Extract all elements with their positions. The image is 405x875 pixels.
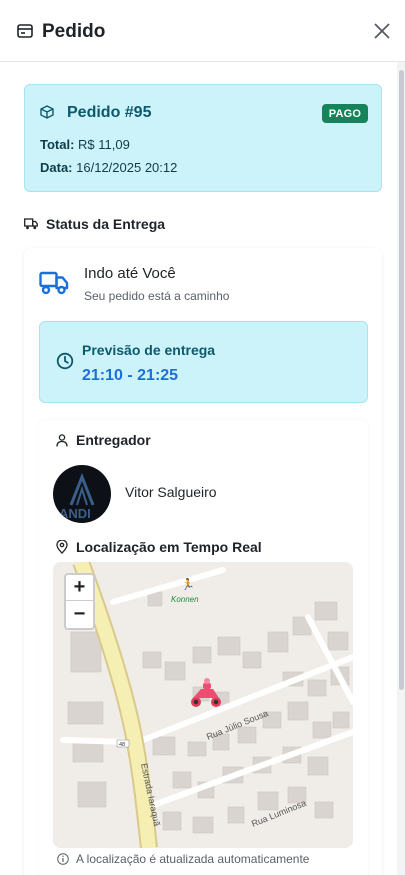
clock-icon [56,352,74,370]
tracking-heading: Localização em Tempo Real [76,539,262,555]
info-icon [57,853,69,865]
courier-heading: Entregador [76,432,151,448]
order-summary-card: Pedido #95 PAGO Total: R$ 11,09 Data: 16… [24,84,382,192]
map-tiles: Konnen 🏃 Rua Júlio Sousa Estrada Iaraquã… [53,562,353,848]
poi-label: Konnen [171,595,199,604]
payment-status-badge: PAGO [322,104,368,123]
avatar: ANDI [53,465,111,523]
zoom-in-button[interactable]: + [66,575,93,601]
avatar-logo: ANDI [59,472,95,521]
receipt-icon [17,24,33,38]
truck-small-icon [24,218,38,230]
close-icon[interactable] [372,21,392,41]
total-value: R$ 11,09 [78,137,130,152]
road-shield: 48 [119,742,125,748]
eta-time: 21:10 - 21:25 [82,367,179,384]
date-label: Data: [40,160,73,175]
courier-name: Vitor Salgueiro [125,484,217,500]
zoom-controls: + − [64,573,95,630]
runner-marker-icon: 🏃 [181,578,195,591]
delivery-truck-icon [39,271,69,295]
order-date: Data: 16/12/2025 20:12 [40,160,177,175]
auto-update-text: A localização é atualizada automaticamen… [76,852,310,866]
eta-box: Previsão de entrega 21:10 - 21:25 [39,321,368,403]
delivery-status-subtitle: Seu pedido está a caminho [84,289,230,303]
package-icon [40,105,54,119]
dialog-title: Pedido [42,21,106,42]
avatar-text: ANDI [59,506,91,521]
order-total: Total: R$ 11,09 [40,137,130,152]
total-label: Total: [40,137,75,152]
dialog-header: Pedido [0,0,405,62]
date-value: 16/12/2025 20:12 [76,160,178,175]
section-title: Status da Entrega [46,216,166,232]
live-map[interactable]: Konnen 🏃 Rua Júlio Sousa Estrada Iaraquã… [53,562,353,848]
courier-section: Entregador ANDI Vitor Salgueiro Localiza… [39,420,368,875]
zoom-out-button[interactable]: − [66,601,93,627]
location-pin-icon [56,540,68,554]
auto-update-note: A localização é atualizada automaticamen… [57,852,309,866]
dialog-body[interactable]: Pedido #95 PAGO Total: R$ 11,09 Data: 16… [0,62,405,875]
scrollbar-thumb[interactable] [399,70,404,690]
delivery-status-card: Indo até Você Seu pedido está a caminho … [24,248,382,875]
eta-label: Previsão de entrega [82,342,216,358]
person-icon [56,434,68,447]
order-number: Pedido #95 [67,104,152,121]
delivery-status-title: Indo até Você [84,265,176,282]
